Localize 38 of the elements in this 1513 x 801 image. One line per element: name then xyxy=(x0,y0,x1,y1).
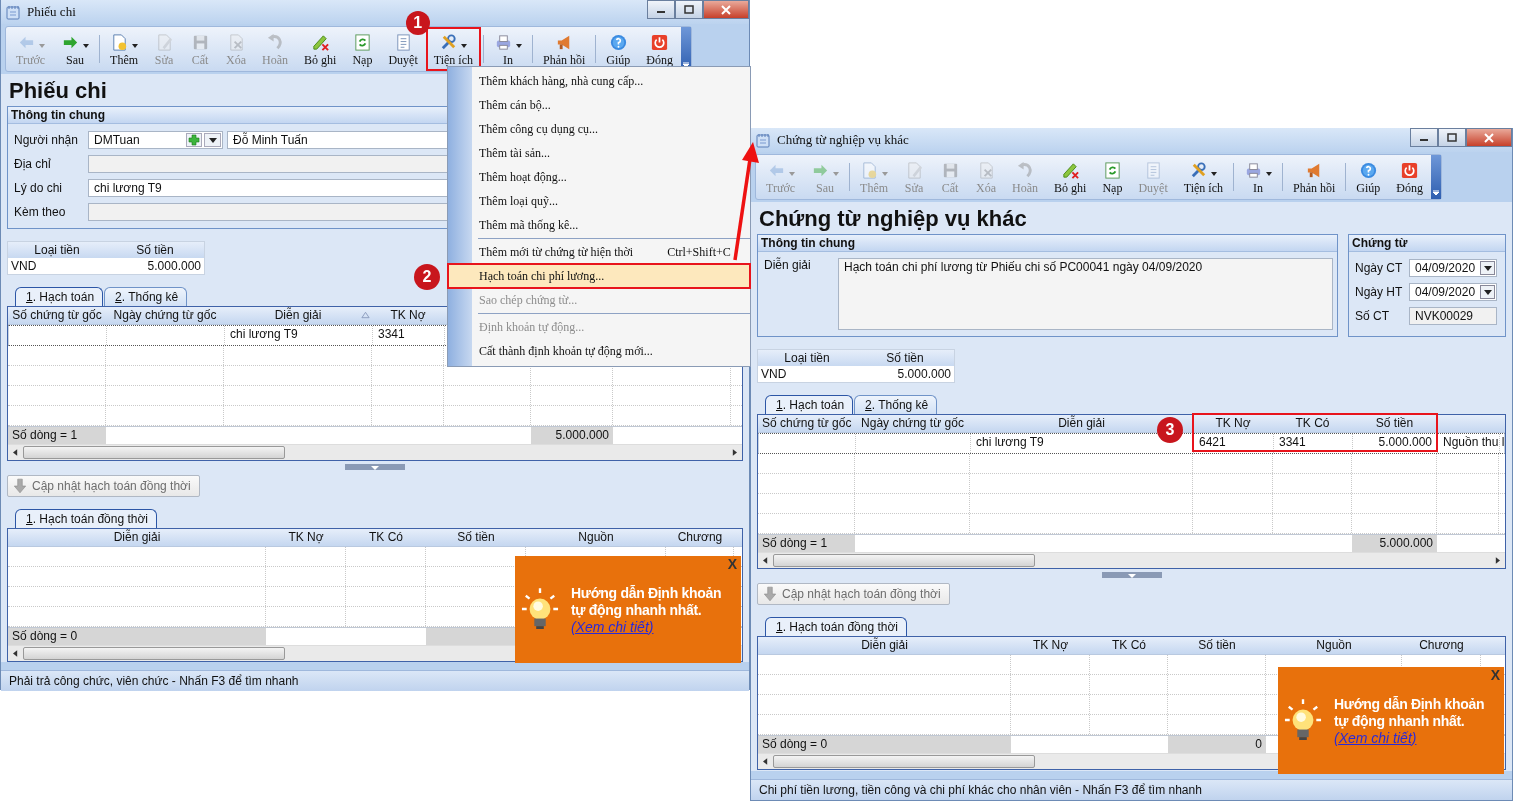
window-title: Chứng từ nghiệp vụ khác xyxy=(777,132,909,148)
window-title: Phiếu chi xyxy=(27,4,76,20)
field-label: Kèm theo xyxy=(14,205,67,219)
total-cell: 0 xyxy=(1168,736,1266,753)
row-count: Số dòng = 0 xyxy=(8,628,266,645)
table-cell: 3341 xyxy=(1274,434,1353,453)
panel-title: Chứng từ xyxy=(1349,235,1505,252)
column-header: Loại tiền xyxy=(783,350,831,366)
field-label: Ngày CT xyxy=(1355,261,1404,275)
table-cell-text: VND xyxy=(760,366,788,382)
tip-text: Hướng dẫn Định khoản tự động nhanh nhất. xyxy=(571,584,723,619)
row-count: Số dòng = 1 xyxy=(8,427,106,444)
column-header: Số tiền xyxy=(135,242,175,258)
table-cell-text: 5.000.000 xyxy=(146,258,202,274)
panel-title: Thông tin chung xyxy=(758,235,1337,252)
form-title: Phiếu chi xyxy=(9,78,107,104)
table-cell: chi lương T9 xyxy=(225,326,373,345)
field-label: Lý do chi xyxy=(14,181,64,195)
row-count: Số dòng = 1 xyxy=(758,535,855,552)
column-header: Số tiền xyxy=(885,350,925,366)
form-title: Chứng từ nghiệp vụ khác xyxy=(759,206,1027,232)
field-label: Diễn giải xyxy=(764,258,812,272)
field-label: Số CT xyxy=(1355,309,1390,323)
column-header: Loại tiền xyxy=(33,242,81,258)
total-cell: 5.000.000 xyxy=(1352,535,1437,552)
row-count: Số dòng = 0 xyxy=(758,736,1011,753)
field-label: Ngày HT xyxy=(1355,285,1404,299)
tip-text: Hướng dẫn Định khoản tự động nhanh nhất. xyxy=(1334,695,1486,730)
table-cell: 6421 xyxy=(1194,434,1274,453)
table-cell: 5.000.000 xyxy=(1353,434,1438,453)
table-cell-text: VND xyxy=(10,258,38,274)
field-label: Người nhận xyxy=(14,133,79,147)
total-cell: 5.000.000 xyxy=(531,427,613,444)
field-label: Địa chỉ xyxy=(14,157,52,171)
status-text: Phải trả công chức, viên chức - Nhấn F3 để tìm nhanh xyxy=(9,674,299,688)
table-cell-text: 5.000.000 xyxy=(896,366,952,382)
status-text: Chi phí tiền lương, tiền công và chi phí khác cho nhân viên - Nhấn F3 để tìm nhanh xyxy=(759,783,1202,797)
table-cell: 3341 xyxy=(373,326,445,345)
